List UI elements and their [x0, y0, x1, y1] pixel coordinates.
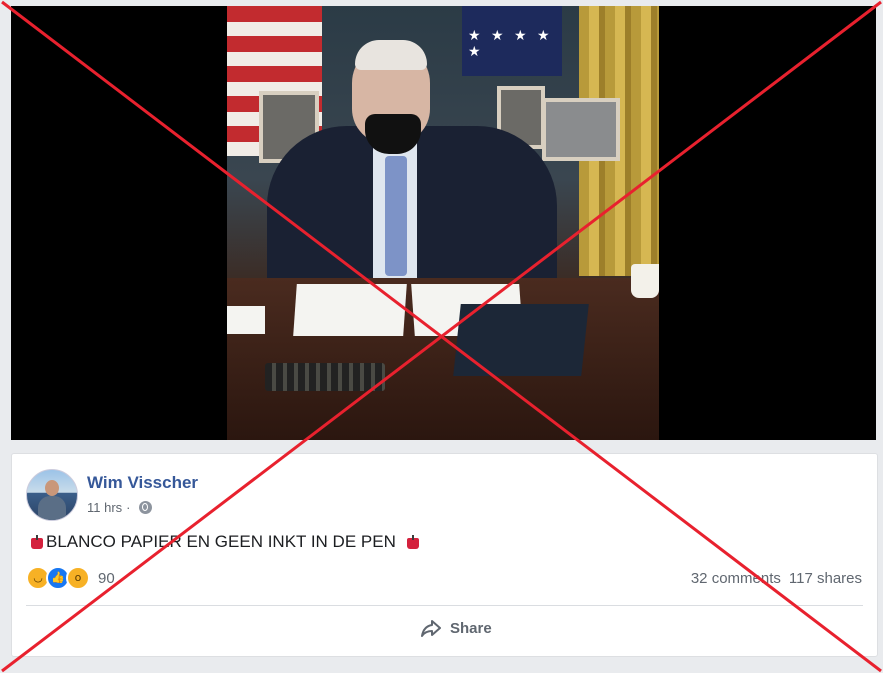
paper-sheet [293, 284, 407, 336]
leather-folder [453, 304, 589, 376]
person-hair [355, 40, 427, 70]
share-button[interactable]: Share [420, 618, 492, 638]
divider [26, 605, 863, 606]
paper-sheet [227, 306, 265, 334]
reactions-summary[interactable]: ◡ 👍 o 90 [26, 566, 115, 590]
video-frame: ★ ★ ★ ★ ★ [227, 6, 659, 440]
person-tie [385, 156, 407, 276]
post-card: Wim Visscher 11 hrs · BLANCO PAPIER EN G… [11, 453, 878, 657]
pen-tray [265, 363, 385, 391]
share-label: Share [450, 619, 492, 637]
avatar[interactable] [26, 469, 78, 521]
comments-count[interactable]: 32 comments [691, 570, 781, 587]
fez-icon [30, 534, 44, 550]
presidential-flag-image: ★ ★ ★ ★ ★ [462, 6, 562, 76]
post-time[interactable]: 11 hrs [87, 500, 122, 515]
reaction-count[interactable]: 90 [98, 570, 115, 587]
post-text: BLANCO PAPIER EN GEEN INKT IN DE PEN [30, 532, 420, 552]
share-icon [421, 620, 441, 637]
post-stats: 32 comments 117 shares [691, 570, 862, 587]
author-name[interactable]: Wim Visscher [87, 473, 198, 493]
coffee-cup [631, 264, 659, 298]
post-meta: 11 hrs · [87, 500, 152, 515]
meta-separator: · [126, 500, 131, 515]
wow-icon: o [66, 566, 90, 590]
fez-icon [406, 534, 420, 550]
framed-photo [542, 98, 620, 161]
video-player[interactable]: ★ ★ ★ ★ ★ [11, 6, 876, 440]
post-text-content: BLANCO PAPIER EN GEEN INKT IN DE PEN [46, 532, 396, 551]
shares-count[interactable]: 117 shares [789, 570, 862, 587]
face-mask [365, 114, 421, 154]
globe-icon[interactable] [138, 501, 152, 514]
